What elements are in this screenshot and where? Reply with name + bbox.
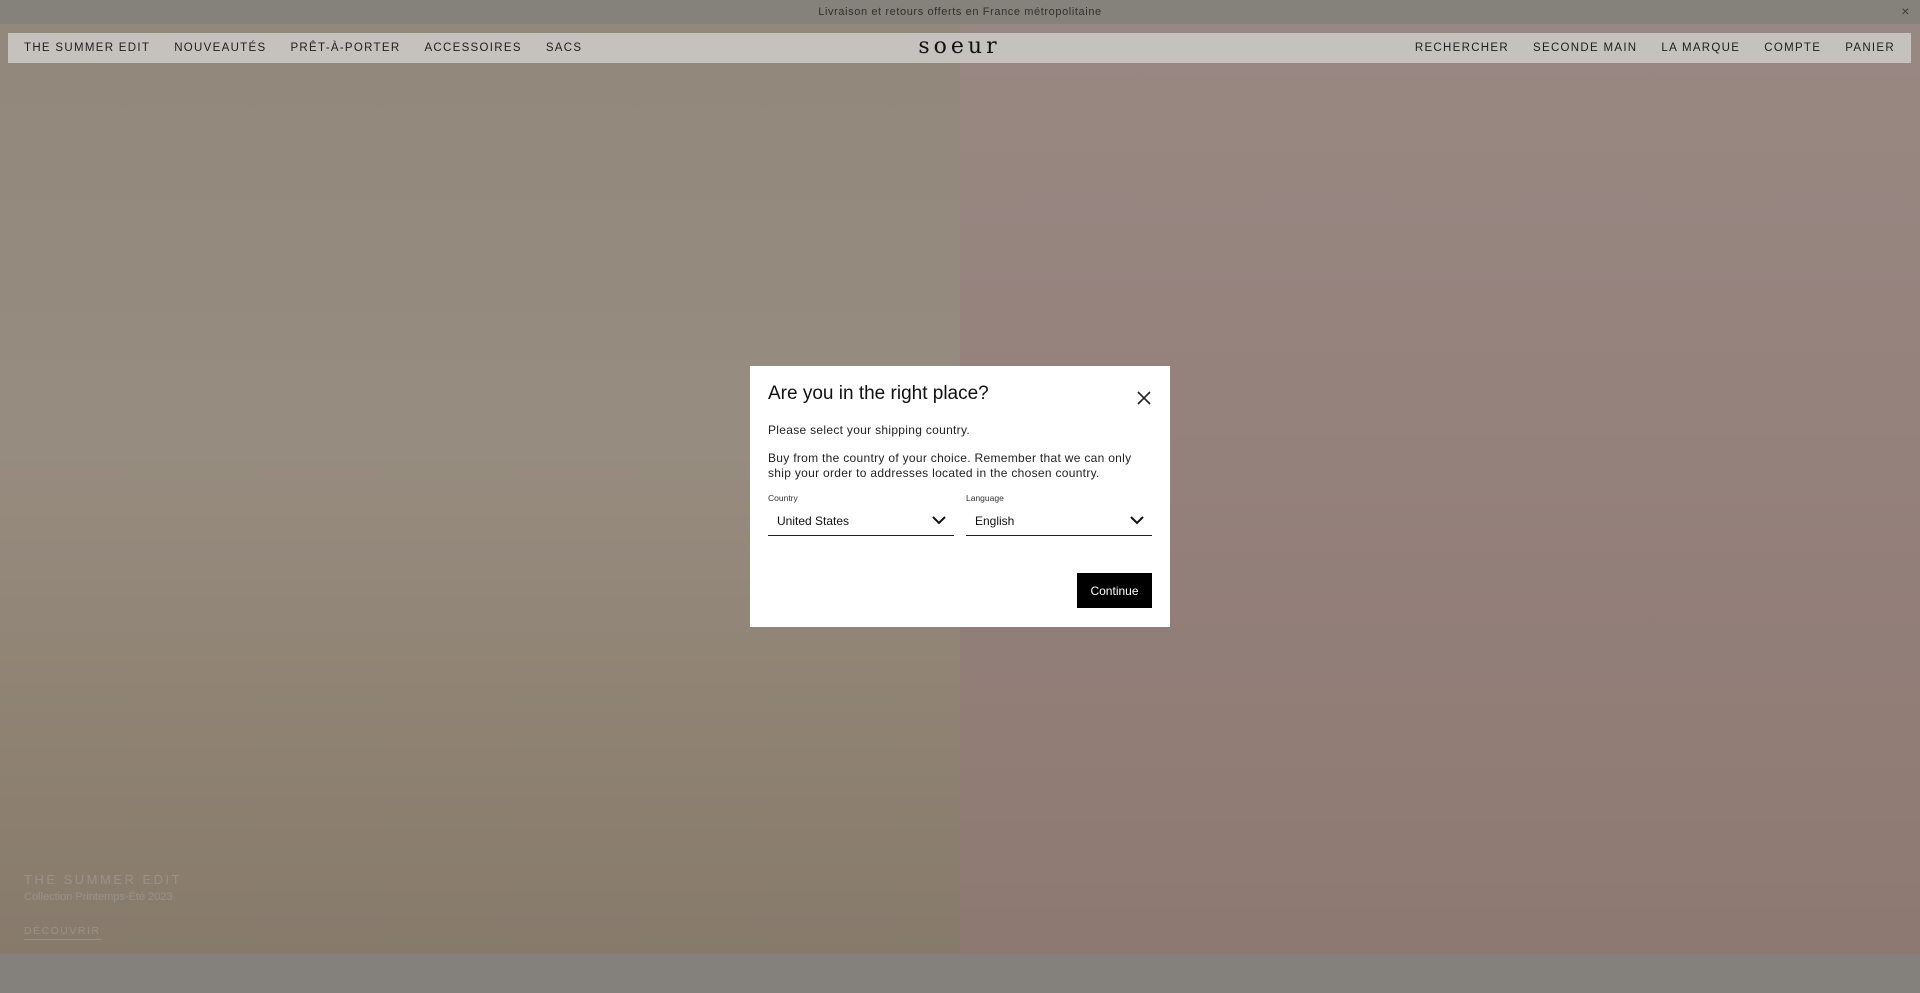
country-selector-modal: Are you in the right place? Please selec… <box>750 366 1170 627</box>
nav-item-sacs[interactable]: SACS <box>546 42 583 54</box>
nav-item-seconde-main[interactable]: SECONDE MAIN <box>1533 42 1637 54</box>
nav-item-compte[interactable]: COMPTE <box>1764 42 1821 54</box>
chevron-down-icon <box>1130 516 1144 525</box>
brand-logo[interactable]: soeur <box>918 34 1000 59</box>
main-navigation: THE SUMMER EDIT NOUVEAUTÉS PRÊT-À-PORTER… <box>8 33 1911 63</box>
nav-item-panier[interactable]: PANIER <box>1845 42 1895 54</box>
modal-instruction: Please select your shipping country. <box>768 423 971 437</box>
language-select-group: Language English <box>966 493 1152 536</box>
modal-description: Buy from the country of your choice. Rem… <box>768 451 1132 480</box>
nav-item-pret-a-porter[interactable]: PRÊT-À-PORTER <box>290 42 400 54</box>
modal-selects: Country United States Language English <box>768 493 1152 536</box>
modal-close-icon[interactable] <box>1136 390 1152 406</box>
country-value: United States <box>777 513 850 528</box>
nav-item-rechercher[interactable]: RECHERCHER <box>1415 42 1509 54</box>
nav-right-group: RECHERCHER SECONDE MAIN LA MARQUE COMPTE… <box>1415 42 1911 54</box>
language-value: English <box>975 513 1015 528</box>
nav-left-group: THE SUMMER EDIT NOUVEAUTÉS PRÊT-À-PORTER… <box>8 42 582 54</box>
country-select-group: Country United States <box>768 493 954 536</box>
country-select[interactable]: United States <box>768 506 954 536</box>
modal-title: Are you in the right place? <box>768 383 989 404</box>
nav-item-accessoires[interactable]: ACCESSOIRES <box>424 42 521 54</box>
country-label: Country <box>768 493 798 503</box>
nav-item-la-marque[interactable]: LA MARQUE <box>1661 42 1740 54</box>
nav-item-summer-edit[interactable]: THE SUMMER EDIT <box>24 42 150 54</box>
language-label: Language <box>966 493 1004 503</box>
nav-item-nouveautes[interactable]: NOUVEAUTÉS <box>174 42 266 54</box>
continue-button[interactable]: Continue <box>1077 573 1152 608</box>
language-select[interactable]: English <box>966 506 1152 536</box>
chevron-down-icon <box>932 516 946 525</box>
